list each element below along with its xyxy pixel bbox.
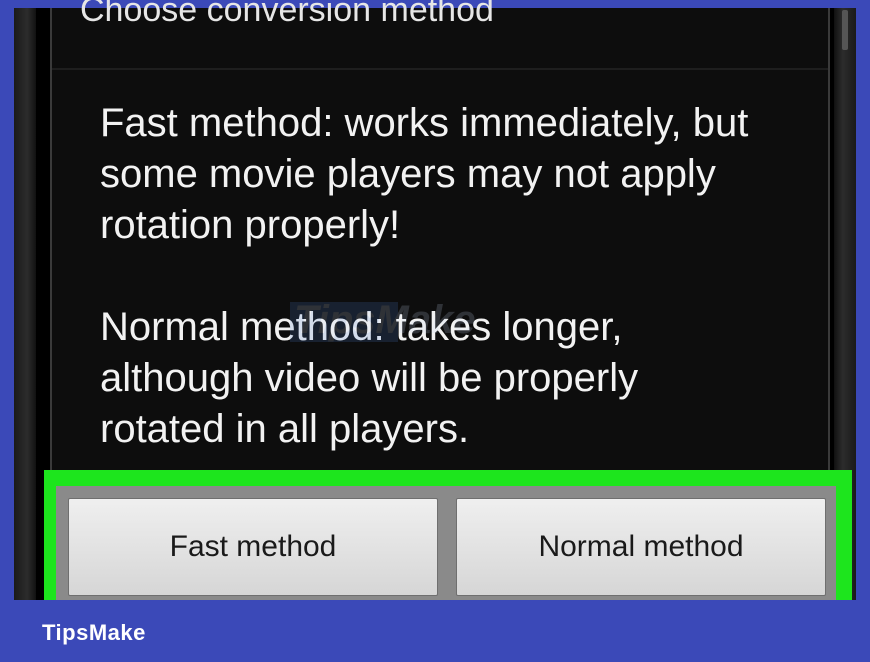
watermark-text: TipsMake bbox=[294, 298, 476, 342]
watermark-logo: TipsMake bbox=[290, 298, 600, 348]
screenshot-frame: Choose conversion method Fast method: wo… bbox=[0, 0, 870, 662]
normal-method-button[interactable]: Normal method bbox=[456, 498, 826, 596]
fast-method-description: Fast method: works immediately, but some… bbox=[100, 101, 749, 247]
dialog-border-right bbox=[828, 8, 830, 470]
dialog-title-text: Choose conversion method bbox=[80, 0, 494, 29]
dialog-border-left bbox=[50, 8, 52, 470]
title-divider bbox=[52, 68, 828, 70]
dialog-message: Fast method: works immediately, but some… bbox=[100, 98, 820, 455]
dialog-title: Choose conversion method bbox=[80, 0, 494, 56]
scrollbar-thumb[interactable] bbox=[842, 10, 848, 50]
phone-bezel-left bbox=[14, 8, 36, 600]
brand-label: TipsMake bbox=[42, 620, 146, 645]
fast-method-button[interactable]: Fast method bbox=[68, 498, 438, 596]
